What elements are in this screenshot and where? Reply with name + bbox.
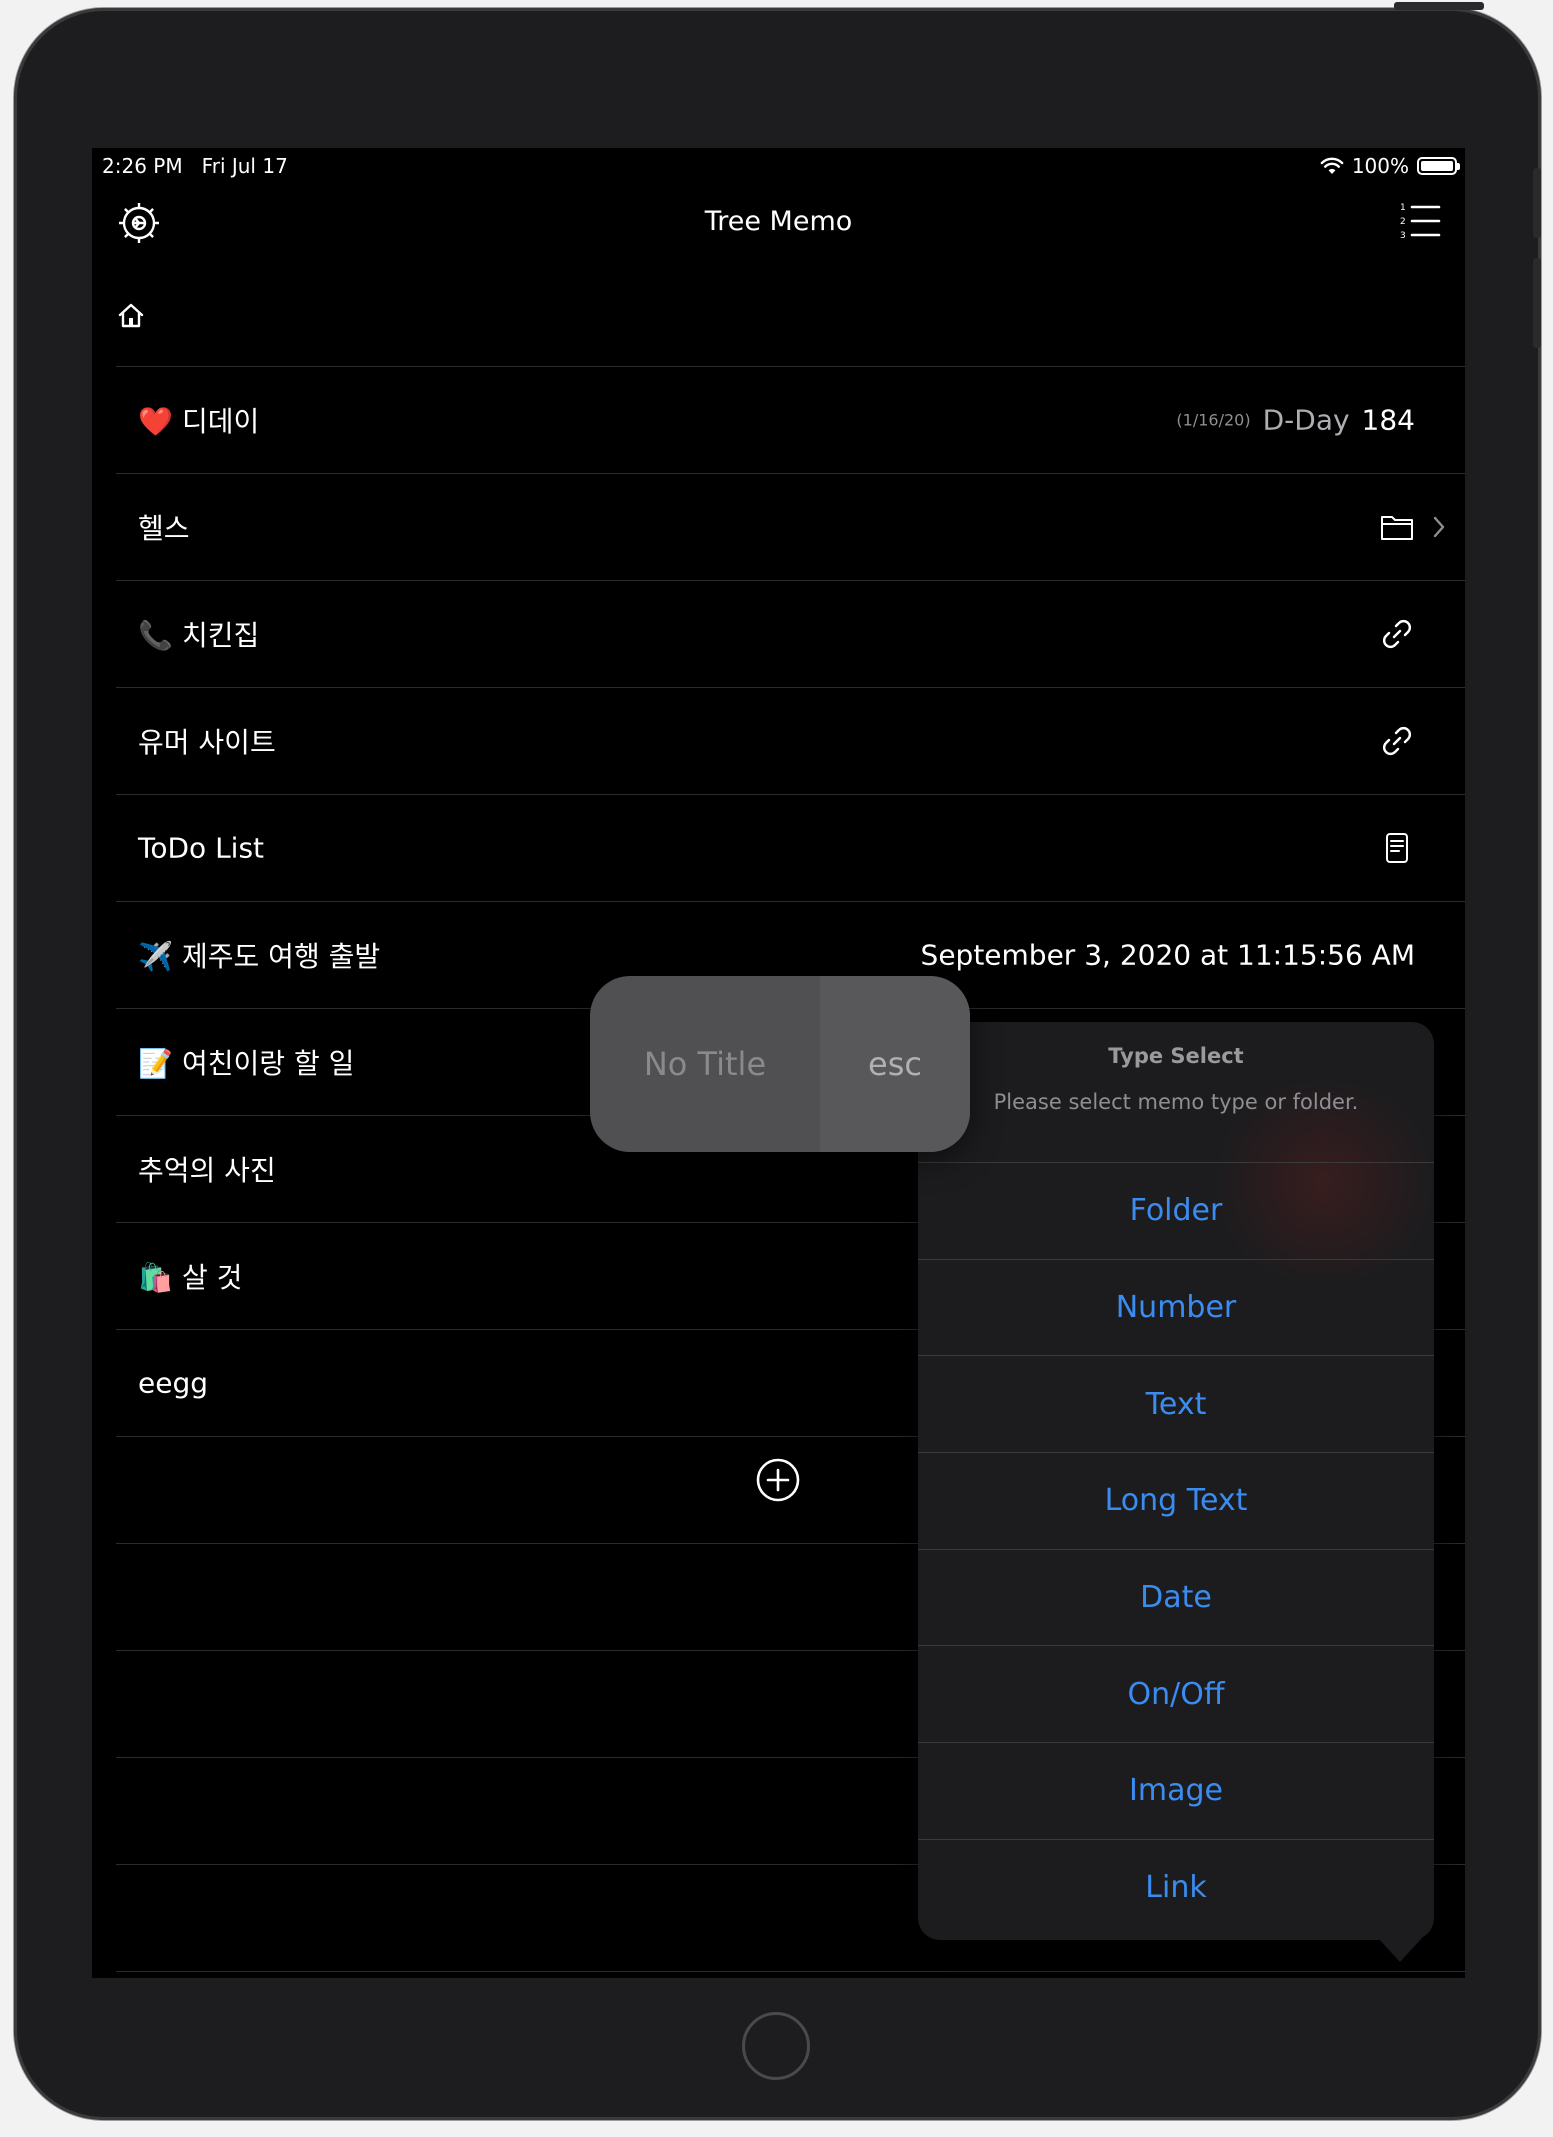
empty-row xyxy=(116,1971,1465,1978)
power-button xyxy=(1394,2,1484,10)
option-long-text[interactable]: Long Text xyxy=(918,1452,1434,1549)
option-link[interactable]: Link xyxy=(918,1838,1434,1936)
link-icon[interactable] xyxy=(1379,616,1415,652)
chevron-right-icon xyxy=(1433,516,1445,538)
option-number[interactable]: Number xyxy=(918,1258,1434,1356)
memo-title: eegg xyxy=(138,1366,208,1400)
memo-row-folder[interactable]: 헬스 xyxy=(116,473,1465,580)
app-title: Tree Memo xyxy=(704,206,853,237)
svg-text:2: 2 xyxy=(1400,217,1406,227)
date-accessory: September 3, 2020 at 11:15:56 AM xyxy=(921,939,1415,972)
status-indicators: 100% xyxy=(1320,154,1460,178)
esc-button[interactable]: esc xyxy=(820,976,970,1152)
dday-value: 184 xyxy=(1361,403,1415,437)
airplane-emoji: ✈️ xyxy=(138,940,173,973)
home-button[interactable] xyxy=(742,2012,810,2080)
type-select-popover: Type Select Please select memo type or f… xyxy=(918,1022,1444,1962)
memo-title: 추억의 사진 xyxy=(138,1154,276,1187)
option-folder[interactable]: Folder xyxy=(918,1162,1434,1259)
status-time: 2:26 PM xyxy=(102,154,183,178)
date-value: September 3, 2020 at 11:15:56 AM xyxy=(920,938,1415,972)
shopping-bags-emoji: 🛍️ xyxy=(138,1261,173,1294)
document-icon xyxy=(1386,833,1408,863)
option-text[interactable]: Text xyxy=(918,1355,1434,1452)
status-time-date: 2:26 PM Fri Jul 17 xyxy=(102,154,288,178)
type-select-message: Please select memo type or folder. xyxy=(993,1090,1359,1114)
option-date[interactable]: Date xyxy=(918,1548,1434,1646)
battery-percent: 100% xyxy=(1351,154,1409,178)
heart-emoji: ❤️ xyxy=(138,405,173,438)
link-icon[interactable] xyxy=(1379,723,1415,759)
memo-title: ✈️ 제주도 여행 출발 xyxy=(138,940,381,973)
memo-title: ToDo List xyxy=(138,831,265,865)
home-icon[interactable] xyxy=(116,300,146,330)
volume-button xyxy=(1533,258,1541,348)
type-select-title: Type Select xyxy=(1108,1044,1244,1068)
numbered-list-icon[interactable]: 1 2 3 xyxy=(1399,200,1441,244)
memo-emoji: 📝 xyxy=(138,1047,173,1080)
add-circle-icon[interactable] xyxy=(755,1457,801,1503)
memo-row-link[interactable]: 📞 치킨집 xyxy=(116,580,1465,687)
memo-title: 🛍️ 살 것 xyxy=(138,1261,243,1294)
phone-emoji: 📞 xyxy=(138,619,173,652)
folder-icon xyxy=(1381,516,1413,540)
popover-arrow xyxy=(1378,1938,1422,1962)
option-on-off[interactable]: On/Off xyxy=(918,1645,1434,1742)
dday-date: (1/16/20) xyxy=(1176,410,1251,430)
title-input-popup: No Title esc xyxy=(590,976,970,1152)
memo-row-dday[interactable]: ❤️ 디데이 (1/16/20) D-Day 184 xyxy=(116,366,1465,473)
memo-title: 헬스 xyxy=(138,512,190,545)
type-select-header: Type Select Please select memo type or f… xyxy=(918,1022,1434,1162)
memo-row-longtext[interactable]: ToDo List xyxy=(116,794,1465,901)
svg-text:1: 1 xyxy=(1400,203,1406,213)
dday-accessory: (1/16/20) D-Day 184 xyxy=(1176,404,1415,437)
svg-text:3: 3 xyxy=(1400,231,1406,241)
option-image[interactable]: Image xyxy=(918,1742,1434,1839)
memo-title: 📞 치킨집 xyxy=(138,619,260,652)
battery-level xyxy=(1421,161,1453,171)
volume-button xyxy=(1533,168,1541,238)
app-screen: 2:26 PM Fri Jul 17 100% Tree Memo 1 2 3 … xyxy=(92,148,1465,1978)
status-bar: 2:26 PM Fri Jul 17 100% xyxy=(92,148,1465,184)
status-date: Fri Jul 17 xyxy=(201,154,288,178)
title-input[interactable]: No Title xyxy=(590,976,820,1152)
wifi-icon xyxy=(1320,157,1344,174)
memo-title: 유머 사이트 xyxy=(138,726,276,759)
navigation-bar: Tree Memo 1 2 3 xyxy=(92,184,1465,274)
memo-row-link[interactable]: 유머 사이트 xyxy=(116,687,1465,794)
type-select-options: Folder Number Text Long Text Date On/Off… xyxy=(918,1162,1434,1936)
dday-label: D-Day xyxy=(1262,403,1350,437)
battery-icon xyxy=(1417,157,1460,175)
memo-title: ❤️ 디데이 xyxy=(138,405,260,438)
memo-title: 📝 여친이랑 할 일 xyxy=(138,1047,355,1080)
